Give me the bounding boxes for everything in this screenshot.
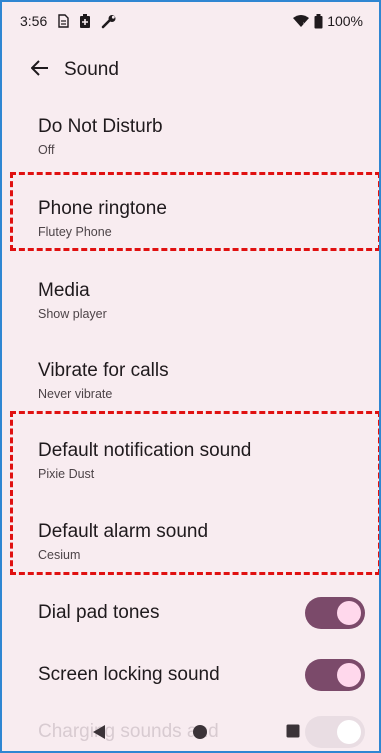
pref-summary: Show player: [38, 307, 107, 321]
switch-thumb: [337, 601, 361, 625]
pref-summary: Off: [38, 143, 55, 157]
app-bar: Sound: [2, 42, 379, 98]
pref-vibrate-for-calls[interactable]: Vibrate for calls Never vibrate: [2, 359, 379, 403]
page-title: Sound: [64, 59, 119, 80]
pref-title: Phone ringtone: [38, 198, 167, 219]
pref-summary: Flutey Phone: [38, 225, 112, 239]
battery-percentage: 100%: [327, 13, 363, 29]
switch-thumb: [337, 663, 361, 687]
toggle-title: Screen locking sound: [38, 664, 220, 685]
nav-recents-button[interactable]: [286, 724, 300, 743]
pref-media[interactable]: Media Show player: [2, 279, 379, 323]
toggle-title: Dial pad tones: [38, 602, 160, 623]
circle-home-icon: [192, 724, 208, 745]
arrow-back-icon: [30, 59, 49, 81]
wrench-icon: [101, 14, 117, 29]
pref-default-notification-sound[interactable]: Default notification sound Pixie Dust: [2, 439, 379, 483]
pref-default-alarm-sound[interactable]: Default alarm sound Cesium: [2, 520, 379, 564]
battery-icon: [314, 13, 323, 29]
battery-saver-icon: [79, 13, 91, 29]
sim-icon: [57, 14, 69, 28]
phone-screen: 3:56 x 100% Sound Do Not Disturb Off Pho…: [0, 0, 381, 753]
dial-pad-tones-switch[interactable]: [305, 597, 365, 629]
pref-summary: Never vibrate: [38, 387, 113, 401]
nav-back-button[interactable]: [92, 724, 106, 745]
status-bar: 3:56 x 100%: [2, 2, 379, 40]
nav-home-button[interactable]: [192, 724, 208, 745]
toggle-row-screen-locking-sound[interactable]: Screen locking sound: [2, 647, 379, 703]
pref-title: Media: [38, 280, 90, 301]
status-time: 3:56: [20, 13, 48, 29]
pref-summary: Cesium: [38, 548, 81, 562]
pref-phone-ringtone[interactable]: Phone ringtone Flutey Phone: [2, 197, 379, 241]
screen-locking-sound-switch[interactable]: [305, 659, 365, 691]
navigation-bar: [2, 708, 379, 751]
back-button[interactable]: [12, 42, 68, 98]
pref-title: Do Not Disturb: [38, 116, 163, 137]
square-recents-icon: [286, 724, 300, 743]
pref-title: Default alarm sound: [38, 521, 209, 542]
pref-title: Default notification sound: [38, 440, 252, 461]
triangle-back-icon: [92, 724, 106, 745]
svg-text:x: x: [303, 22, 306, 28]
wifi-icon: x: [292, 14, 310, 28]
pref-title: Vibrate for calls: [38, 360, 169, 381]
toggle-row-dial-pad-tones[interactable]: Dial pad tones: [2, 585, 379, 641]
pref-do-not-disturb[interactable]: Do Not Disturb Off: [2, 115, 379, 159]
pref-summary: Pixie Dust: [38, 467, 95, 481]
